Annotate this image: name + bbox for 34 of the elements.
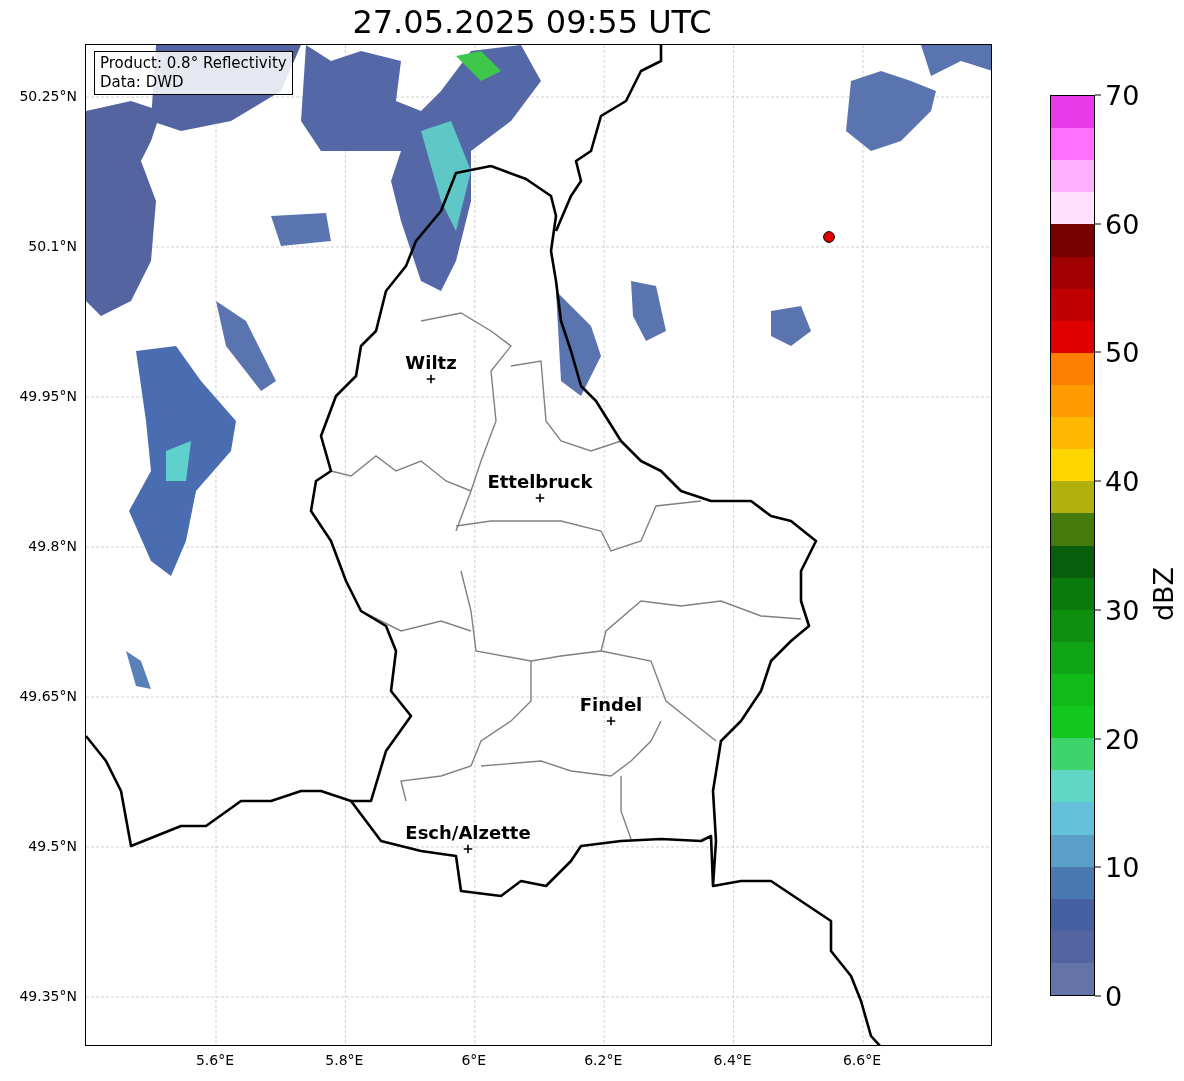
latitude-label: 50.1°N	[28, 238, 77, 254]
colorbar-tick-label: 60	[1105, 208, 1140, 240]
colorbar-tick-label: 20	[1105, 723, 1140, 755]
colorbar-tick-label: 30	[1105, 594, 1140, 626]
colorbar-label: dBZ	[1147, 566, 1179, 622]
city-label: Findel	[579, 694, 643, 715]
city-marker-icon	[535, 493, 545, 503]
info-text: Data: DWD	[100, 73, 185, 92]
colorbar-tick-label: 0	[1105, 980, 1123, 1012]
latitude-label: 50.25°N	[19, 88, 77, 104]
latitude-label: 49.5°N	[28, 838, 77, 854]
radar-site-marker	[823, 231, 835, 243]
colorbar-tick-label: 40	[1105, 465, 1140, 497]
info-text: Product: 0.8° Reflectivity	[100, 54, 287, 73]
city-marker-icon	[463, 844, 473, 854]
city-label: Wiltz	[405, 352, 457, 373]
city-label: Ettelbruck	[487, 471, 593, 492]
latitude-label: 49.95°N	[19, 388, 77, 404]
longitude-label: 5.6°E	[195, 1052, 235, 1068]
city-marker-icon	[606, 716, 616, 726]
longitude-label: 6.4°E	[713, 1052, 752, 1068]
chart-title: 27.05.2025 09:55 UTC	[352, 3, 712, 41]
latitude-label: 49.65°N	[19, 688, 77, 704]
longitude-label: 6.2°E	[584, 1052, 623, 1068]
longitude-label: 5.8°E	[325, 1052, 364, 1068]
longitude-label: 6°E	[461, 1052, 487, 1068]
colorbar-tick-label: 70	[1105, 79, 1140, 111]
city-marker-icon	[426, 374, 436, 384]
colorbar-tick-label: 10	[1105, 851, 1140, 883]
longitude-label: 6.6°E	[842, 1052, 882, 1068]
latitude-label: 49.8°N	[28, 538, 77, 554]
colorbar-tick-label: 50	[1105, 336, 1140, 368]
latitude-label: 49.35°N	[19, 988, 77, 1004]
city-label: Esch/Alzette	[405, 822, 531, 843]
